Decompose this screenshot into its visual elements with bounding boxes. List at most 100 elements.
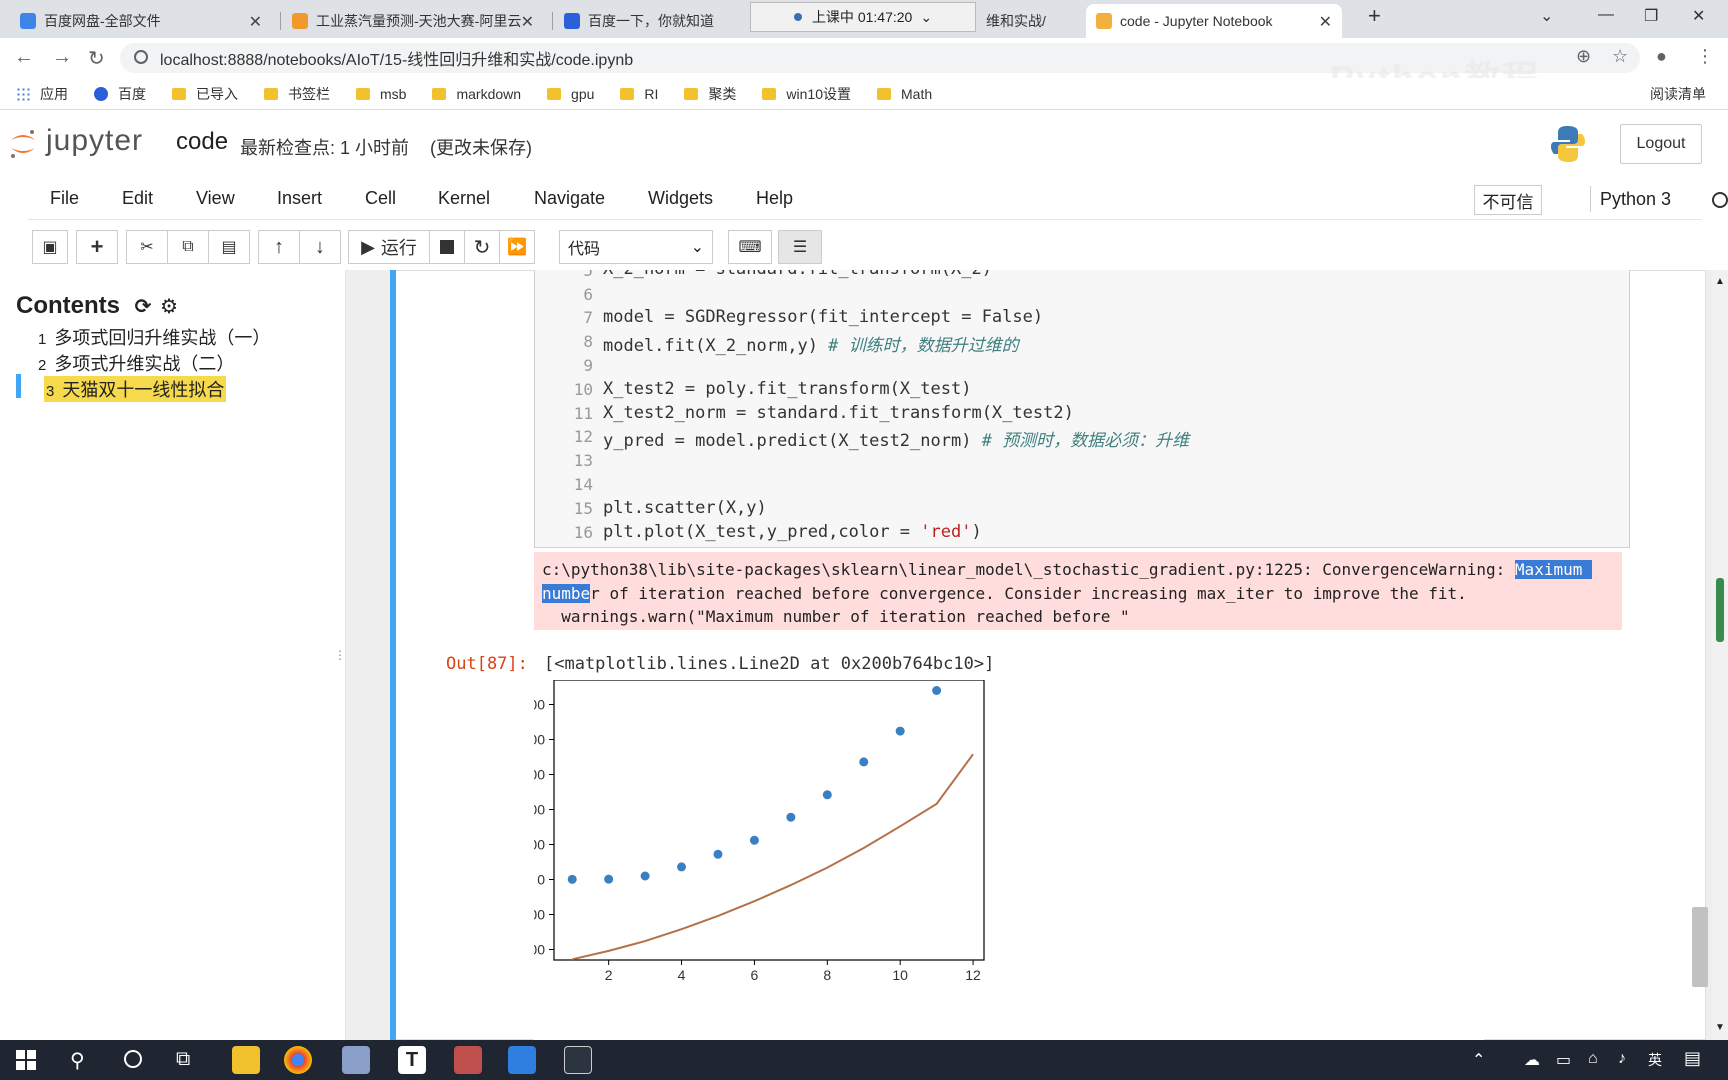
new-tab-icon[interactable]: + bbox=[1368, 3, 1381, 29]
search-icon[interactable]: ⚲ bbox=[70, 1048, 85, 1073]
minimize-icon[interactable]: — bbox=[1598, 6, 1614, 24]
bookmark-folder[interactable]: win10设置 bbox=[762, 84, 851, 104]
zoom-icon[interactable]: ⊕ bbox=[1576, 46, 1591, 67]
bookmark-label: Math bbox=[901, 85, 933, 102]
input-method-icon[interactable]: 英 bbox=[1648, 1050, 1662, 1070]
bookmark-star-icon[interactable]: ☆ bbox=[1612, 46, 1628, 67]
task-view-icon[interactable]: ⧉ bbox=[176, 1048, 190, 1071]
scroll-position-marker bbox=[1716, 578, 1724, 642]
insert-cell-button[interactable]: + bbox=[76, 230, 118, 264]
logout-button[interactable]: Logout bbox=[1620, 124, 1702, 164]
close-icon[interactable]: ✕ bbox=[1319, 12, 1332, 32]
toc-item-active[interactable]: 3 天猫双十一线性拟合 bbox=[44, 376, 227, 402]
battery-icon[interactable]: ▭ bbox=[1556, 1050, 1571, 1070]
notification-icon[interactable]: ▤ bbox=[1684, 1048, 1701, 1069]
file-explorer-icon[interactable] bbox=[232, 1046, 260, 1074]
menu-edit[interactable]: Edit bbox=[122, 188, 153, 209]
windows-start-icon[interactable] bbox=[16, 1050, 36, 1070]
menu-cell[interactable]: Cell bbox=[365, 188, 396, 209]
jupyter-logo-icon[interactable] bbox=[8, 126, 38, 162]
toc-toggle-button[interactable]: ☰ bbox=[778, 230, 822, 264]
close-icon[interactable]: ✕ bbox=[521, 12, 534, 32]
stderr-output[interactable]: c:\python38\lib\site-packages\sklearn\li… bbox=[534, 552, 1622, 630]
menu-file[interactable]: File bbox=[50, 188, 79, 209]
bookmark-apps[interactable]: 应用 bbox=[16, 84, 68, 104]
tray-arrow-icon[interactable]: ⌃ bbox=[1472, 1050, 1485, 1070]
bookmark-folder[interactable]: RI bbox=[620, 86, 658, 102]
tab-search-icon[interactable]: ⌄ bbox=[1540, 6, 1553, 26]
typora-icon[interactable]: T bbox=[398, 1046, 426, 1074]
close-icon[interactable]: ✕ bbox=[249, 12, 262, 32]
bookmark-folder[interactable]: msb bbox=[356, 86, 406, 102]
tab-tianchi[interactable]: 工业蒸汽量预测-天池大赛-阿里云 ✕ bbox=[282, 4, 544, 38]
toc-item[interactable]: 1 多项式回归升维实战（一） bbox=[38, 324, 270, 350]
jupyter-wordmark: jupyter bbox=[46, 124, 144, 157]
menu-insert[interactable]: Insert bbox=[277, 188, 322, 209]
tab-baidu[interactable]: 百度一下，你就知道 bbox=[554, 4, 750, 38]
menu-view[interactable]: View bbox=[196, 188, 235, 209]
resize-handle-icon[interactable]: ⋮ bbox=[334, 648, 346, 662]
back-icon[interactable]: ← bbox=[14, 46, 34, 69]
interrupt-button[interactable] bbox=[429, 230, 465, 264]
run-button[interactable]: ▶ 运行 bbox=[348, 230, 430, 264]
refresh-icon[interactable]: ⟳ bbox=[135, 296, 152, 318]
scroll-down-icon[interactable]: ▼ bbox=[1715, 1022, 1725, 1033]
gear-icon[interactable]: ⚙ bbox=[160, 296, 178, 318]
code-text: model.fit(X_2_norm,y) bbox=[603, 336, 829, 356]
reading-list[interactable]: 阅读清单 bbox=[1650, 84, 1706, 104]
toc-active-marker bbox=[16, 374, 21, 398]
kernel-name[interactable]: Python 3 bbox=[1600, 189, 1671, 210]
menu-kernel[interactable]: Kernel bbox=[438, 188, 490, 209]
menu-icon[interactable]: ⋮ bbox=[1696, 46, 1714, 67]
command-palette-button[interactable]: ⌨ bbox=[728, 230, 772, 264]
bookmark-folder[interactable]: 聚类 bbox=[684, 84, 736, 104]
line-number: 15 bbox=[573, 499, 593, 518]
scroll-up-icon[interactable]: ▲ bbox=[1715, 276, 1725, 287]
cloud-icon[interactable]: ☁ bbox=[1524, 1050, 1540, 1070]
menu-navigate[interactable]: Navigate bbox=[534, 188, 605, 209]
bookmark-folder[interactable]: Math bbox=[877, 86, 932, 102]
terminal-icon[interactable] bbox=[564, 1046, 592, 1074]
chrome-icon[interactable] bbox=[284, 1046, 312, 1074]
meeting-timer[interactable]: 上课中 01:47:20 ⌄ bbox=[750, 2, 976, 32]
network-icon[interactable]: ⌂ bbox=[1588, 1050, 1598, 1068]
bookmark-baidu[interactable]: 百度 bbox=[94, 84, 146, 104]
save-button[interactable]: ▣ bbox=[32, 230, 68, 264]
tab-baidu-pan[interactable]: 百度网盘-全部文件 ✕ bbox=[10, 4, 272, 38]
bookmark-folder[interactable]: 已导入 bbox=[172, 84, 238, 104]
paste-button[interactable]: ▤ bbox=[208, 230, 250, 264]
cell-type-select[interactable]: 代码 ⌄ bbox=[559, 230, 713, 264]
page-scrollbar[interactable]: ▲ ▼ bbox=[1712, 270, 1728, 1040]
video-app-icon[interactable] bbox=[508, 1046, 536, 1074]
reload-icon[interactable]: ↻ bbox=[88, 46, 105, 71]
trust-button[interactable]: 不可信 bbox=[1474, 185, 1542, 215]
y-tick-label: 2000 bbox=[534, 732, 545, 748]
pdf-reader-icon[interactable] bbox=[454, 1046, 482, 1074]
cut-button[interactable]: ✂ bbox=[126, 230, 168, 264]
menu-widgets[interactable]: Widgets bbox=[648, 188, 713, 209]
restart-button[interactable]: ↻ bbox=[464, 230, 500, 264]
notebook-name[interactable]: code bbox=[176, 128, 228, 156]
volume-icon[interactable]: ♪ bbox=[1618, 1050, 1626, 1068]
toc-item[interactable]: 2 多项式升维实战（二） bbox=[38, 350, 234, 376]
move-down-button[interactable]: ↓ bbox=[299, 230, 341, 264]
chevron-down-icon: ⌄ bbox=[920, 8, 933, 25]
forward-icon[interactable]: → bbox=[52, 46, 72, 69]
bookmark-folder[interactable]: markdown bbox=[432, 86, 521, 102]
bookmark-folder[interactable]: gpu bbox=[547, 86, 594, 102]
profile-icon[interactable]: ● bbox=[1656, 46, 1667, 67]
restore-icon[interactable]: ❐ bbox=[1644, 6, 1658, 26]
cortana-icon[interactable] bbox=[124, 1050, 142, 1068]
bookmark-folder[interactable]: 书签栏 bbox=[264, 84, 330, 104]
restart-run-all-button[interactable]: ⏩ bbox=[499, 230, 535, 264]
code-editor[interactable]: 5X_2_norm = standard.fit_transform(X_2) … bbox=[534, 270, 1630, 548]
menu-help[interactable]: Help bbox=[756, 188, 793, 209]
scrollbar-thumb[interactable] bbox=[1692, 907, 1708, 987]
code-string: 'red' bbox=[920, 522, 972, 542]
move-up-button[interactable]: ↑ bbox=[258, 230, 300, 264]
tab-jupyter-active[interactable]: code - Jupyter Notebook ✕ bbox=[1086, 4, 1342, 38]
copy-button[interactable]: ⧉ bbox=[167, 230, 209, 264]
window-close-icon[interactable]: ✕ bbox=[1692, 6, 1705, 26]
paint-icon[interactable] bbox=[342, 1046, 370, 1074]
tab-partial[interactable]: 维和实战/ bbox=[976, 4, 1080, 38]
